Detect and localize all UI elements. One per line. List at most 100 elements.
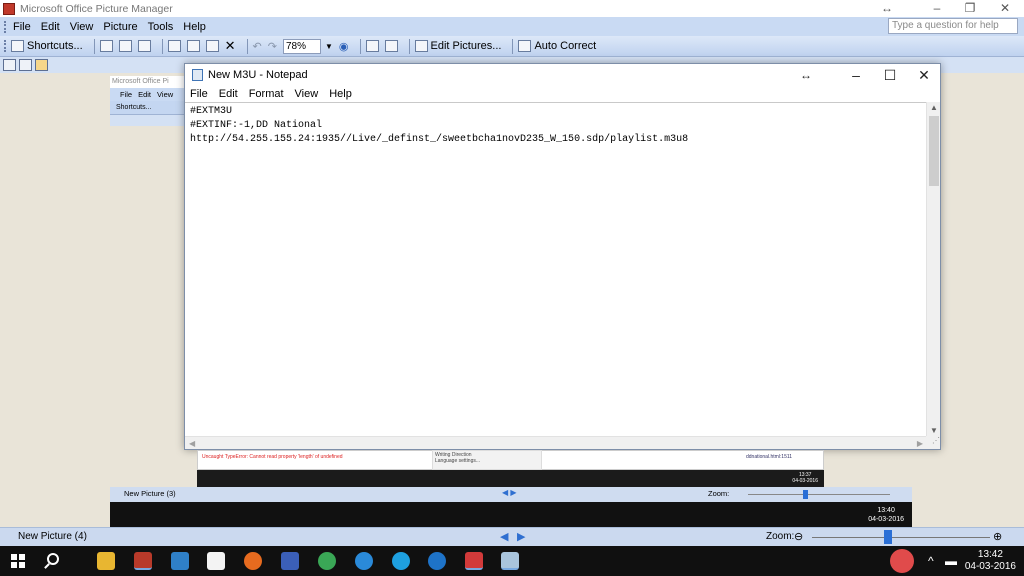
vertical-scrollbar[interactable]: ▲ ▼ [926, 102, 940, 436]
chrome-icon[interactable] [318, 552, 336, 570]
restore-button[interactable]: ❐ [953, 0, 987, 17]
notifications-icon[interactable]: ▬ [945, 546, 957, 576]
toolbar-separator [246, 38, 248, 54]
zoom-select[interactable]: 78% [282, 38, 321, 54]
menu-tools[interactable]: Tools [148, 21, 174, 33]
tray-app-icon[interactable] [890, 549, 914, 573]
vertical-scroll-thumb[interactable] [929, 116, 939, 186]
notepad-taskbar-icon[interactable] [501, 552, 519, 570]
notepad-window: New M3U - Notepad ↔ – ☐ ✕ File Edit Form… [184, 63, 941, 450]
horizontal-scrollbar[interactable]: ◀ ▶ [185, 436, 927, 449]
nested-window-title: Microsoft Office Pi [110, 76, 190, 88]
notepad-menu-view[interactable]: View [295, 88, 319, 100]
rotate-left-icon[interactable] [365, 40, 379, 52]
menu-file[interactable]: File [13, 21, 31, 33]
nested-menu-edit: Edit [138, 90, 152, 99]
notepad-menu-help[interactable]: Help [329, 88, 352, 100]
undo-icon[interactable]: ↶ [253, 40, 262, 53]
toolbar-grip[interactable] [4, 40, 7, 52]
windows-taskbar: ^ ▬ 13:42 04-03-2016 [0, 546, 1024, 576]
auto-correct-button[interactable]: Auto Correct [518, 40, 596, 52]
redo-icon[interactable]: ↷ [268, 40, 277, 53]
tray-overflow-icon[interactable]: ^ [928, 546, 934, 576]
zoom-label: Zoom: [766, 531, 795, 542]
zoom-slider[interactable] [812, 537, 990, 538]
internet-explorer-icon[interactable] [355, 552, 373, 570]
status-picture-name: New Picture (4) [18, 531, 87, 542]
scroll-up-icon[interactable]: ▲ [927, 103, 941, 112]
store-icon[interactable] [207, 552, 225, 570]
nested-menubar: File Edit View [110, 88, 190, 101]
notepad-menu-file[interactable]: File [190, 88, 208, 100]
edge-icon[interactable] [428, 552, 446, 570]
notepad-maximize-button[interactable]: ☐ [873, 64, 907, 86]
toolbar-grip[interactable] [4, 20, 7, 33]
start-button[interactable] [11, 554, 25, 568]
copy-icon[interactable] [186, 40, 200, 52]
rotate-right-icon[interactable] [384, 40, 398, 52]
shortcuts-button[interactable]: Shortcuts... [11, 40, 83, 52]
notepad-titlebar: New M3U - Notepad ↔ – ☐ ✕ [185, 64, 940, 86]
menu-help[interactable]: Help [183, 21, 206, 33]
firefox-icon[interactable] [244, 552, 262, 570]
notepad-menu-edit[interactable]: Edit [219, 88, 238, 100]
filmstrip-view-icon[interactable] [19, 59, 32, 71]
save-icon[interactable] [99, 40, 113, 52]
resize-cursor-icon: ↔ [800, 68, 812, 82]
nested-status-label: New Picture (3) [124, 489, 176, 498]
zoom-dropdown-icon[interactable]: ▼ [325, 42, 333, 51]
close-button[interactable]: ✕ [988, 0, 1022, 17]
picture-manager-taskbar-icon[interactable] [134, 552, 152, 570]
email-icon[interactable] [137, 40, 151, 52]
auto-correct-label: Auto Correct [534, 40, 597, 52]
picture-manager-toolbar: Shortcuts... ✕ ↶ ↷ 78% ▼ ◉ Edit Pictures… [0, 36, 1024, 57]
zoom-in-icon[interactable]: ⊕ [993, 530, 1002, 543]
remote-desktop-icon[interactable] [171, 552, 189, 570]
zoom-out-icon[interactable]: ⊖ [794, 530, 803, 543]
auto-correct-icon [518, 40, 532, 52]
zoom-slider-knob[interactable] [884, 530, 892, 544]
next-picture-button[interactable]: ▶ [517, 530, 525, 543]
previous-picture-button[interactable]: ◀ [500, 530, 508, 543]
nested-menu-file: File [120, 90, 133, 99]
search-icon[interactable] [47, 553, 59, 565]
scroll-left-icon[interactable]: ◀ [189, 437, 195, 450]
file-explorer-icon[interactable] [97, 552, 115, 570]
picture-manager-status-bar: New Picture (4) ◀ ▶ Zoom: ⊖ ⊕ [0, 527, 1024, 546]
notepad-menu-format[interactable]: Format [249, 88, 284, 100]
notepad-title: New M3U - Notepad [208, 69, 308, 81]
single-picture-view-icon[interactable] [35, 59, 48, 71]
paste-icon[interactable] [205, 40, 219, 52]
delete-icon[interactable]: ✕ [225, 38, 236, 54]
photo-app-icon[interactable] [465, 552, 483, 570]
ask-question-input[interactable]: Type a question for help [888, 18, 1018, 34]
help-icon[interactable]: ◉ [339, 40, 349, 53]
scroll-right-icon[interactable]: ▶ [917, 437, 923, 450]
cut-icon[interactable] [167, 40, 181, 52]
menu-view[interactable]: View [70, 21, 94, 33]
menu-edit[interactable]: Edit [41, 21, 60, 33]
skype-icon[interactable] [392, 552, 410, 570]
nested-nav-arrows: ◀ ▶ [502, 488, 517, 497]
scroll-down-icon[interactable]: ▼ [927, 426, 941, 435]
notepad-app-icon [192, 69, 203, 81]
print-icon[interactable] [118, 40, 132, 52]
thumbnail-view-icon[interactable] [3, 59, 16, 71]
nested-zoom-knob [803, 490, 808, 499]
taskbar-clock[interactable]: 13:42 04-03-2016 [965, 549, 1016, 573]
nested-taskbar-small: 13:37 04-03-2016 [197, 470, 824, 487]
shortcuts-icon [11, 40, 24, 52]
nested-status-bar: New Picture (3) ◀ ▶ Zoom: [110, 487, 912, 502]
notepad-menubar: File Edit Format View Help [185, 86, 940, 102]
minimize-button[interactable]: – [920, 0, 954, 17]
notepad-close-button[interactable]: ✕ [907, 64, 941, 86]
notepad-text-area[interactable]: #EXTM3U #EXTINF:-1,DD National http://54… [185, 102, 927, 436]
notepad-minimize-button[interactable]: – [839, 64, 873, 86]
nested-zoom-slider [748, 494, 890, 495]
edit-pictures-label: Edit Pictures... [430, 40, 502, 52]
word-icon[interactable] [281, 552, 299, 570]
resize-grip[interactable]: ⋰ [926, 436, 940, 449]
picture-manager-menubar: File Edit View Picture Tools Help Type a… [0, 17, 1024, 36]
edit-pictures-button[interactable]: Edit Pictures... [414, 40, 502, 52]
menu-picture[interactable]: Picture [103, 21, 137, 33]
